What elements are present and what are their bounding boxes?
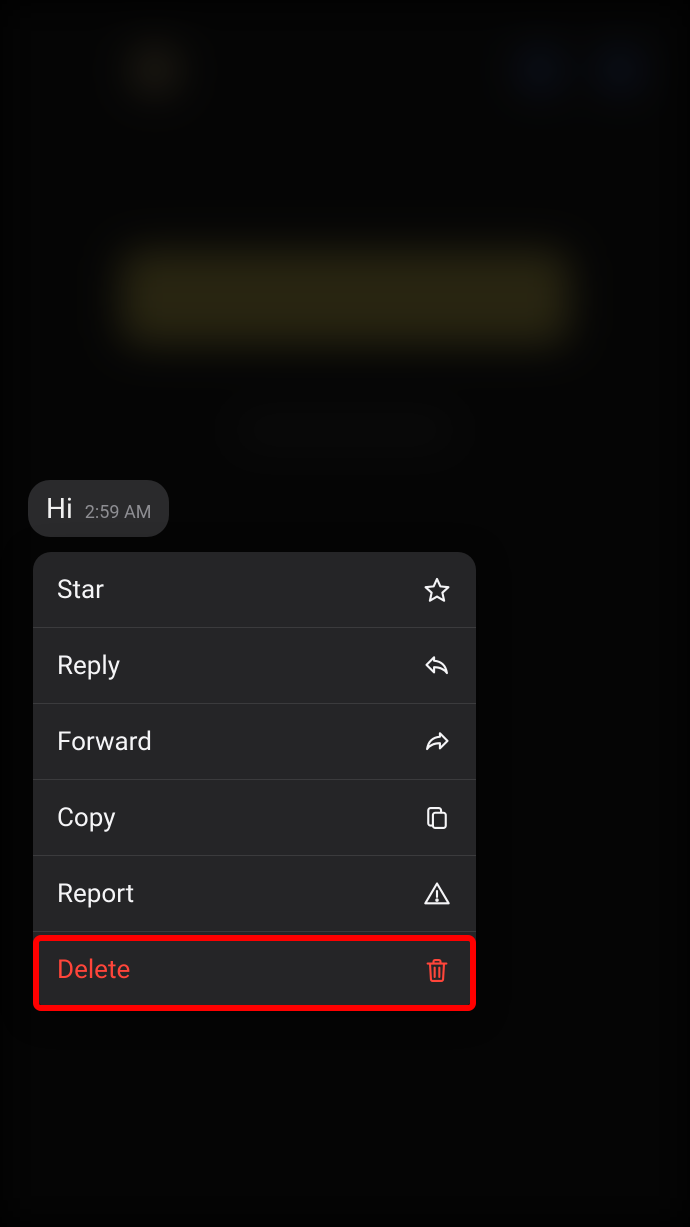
menu-item-delete[interactable]: Delete [33, 932, 476, 1008]
menu-label: Reply [57, 651, 120, 681]
menu-label: Forward [57, 727, 152, 757]
trash-icon [422, 955, 452, 985]
context-menu: Star Reply Forward Copy [33, 552, 476, 1008]
message-bubble[interactable]: Hi 2:59 AM [28, 480, 169, 537]
menu-label: Copy [57, 803, 116, 833]
message-time: 2:59 AM [85, 502, 152, 523]
menu-item-report[interactable]: Report [33, 856, 476, 932]
menu-item-forward[interactable]: Forward [33, 704, 476, 780]
message-text: Hi [46, 492, 73, 525]
copy-icon [422, 803, 452, 833]
menu-item-star[interactable]: Star [33, 552, 476, 628]
menu-label: Star [57, 575, 104, 605]
forward-icon [422, 727, 452, 757]
report-icon [422, 879, 452, 909]
menu-label: Delete [57, 955, 130, 985]
menu-label: Report [57, 879, 134, 909]
menu-item-copy[interactable]: Copy [33, 780, 476, 856]
menu-item-reply[interactable]: Reply [33, 628, 476, 704]
reply-icon [422, 651, 452, 681]
star-icon [422, 575, 452, 605]
